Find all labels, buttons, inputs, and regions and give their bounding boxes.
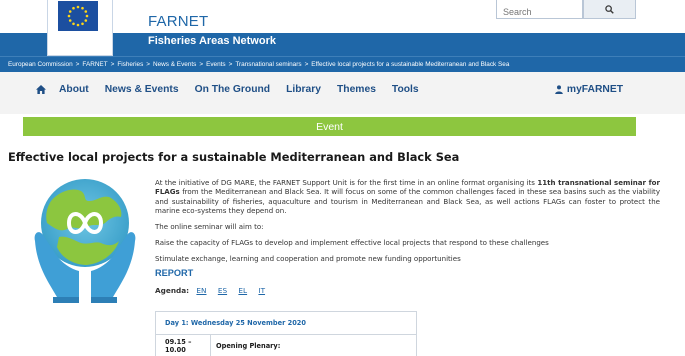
breadcrumb-transnational-seminars[interactable]: Transnational seminars [235,61,301,68]
breadcrumb-news-events[interactable]: News & Events [153,61,196,68]
european-commission-logo[interactable]: European Commission [47,0,113,56]
nav-item-tools[interactable]: Tools [392,84,419,95]
agenda-link-el[interactable]: EL [238,286,247,295]
page-title: Effective local projects for a sustainab… [8,150,460,164]
nav-item-on-the-ground[interactable]: On The Ground [195,84,271,95]
myfarnet-label: myFARNET [566,84,623,95]
search-button[interactable] [583,0,636,19]
main-nav: About News & Events On The Ground Librar… [0,72,685,114]
breadcrumb-separator: > [146,61,151,68]
nav-item-news-events[interactable]: News & Events [105,84,179,95]
agenda-links: Agenda: EN ES EL IT [155,286,660,295]
intro-text-2: from the Mediterranean and Black Sea. It… [155,187,660,216]
breadcrumb-separator: > [75,61,80,68]
nav-item-about[interactable]: About [59,84,89,95]
aim-item-2: Stimulate exchange, learning and coopera… [155,254,461,264]
breadcrumb-separator: > [110,61,115,68]
search-input[interactable] [497,3,582,21]
aim-item-1: Raise the capacity of FLAGs to develop a… [155,238,549,248]
breadcrumb-european-commission[interactable]: European Commission [8,61,73,68]
event-banner: Event [23,117,636,136]
page: European Commission FARNET Fisheries Are… [0,0,685,356]
breadcrumb-events[interactable]: Events [206,61,226,68]
site-subtitle: Fisheries Areas Network [148,35,276,47]
aim-intro: The online seminar will aim to: [155,221,264,231]
breadcrumb-separator: > [199,61,204,68]
session-title: Opening Plenary: [216,342,281,350]
myfarnet-link[interactable]: myFARNET [555,84,623,95]
site-title[interactable]: FARNET [148,13,208,30]
breadcrumb-fisheries[interactable]: Fisheries [117,61,143,68]
breadcrumb: European Commission > FARNET > Fisheries… [0,56,685,72]
intro-text-1: At the initiative of DG MARE, the FARNET… [155,178,538,187]
agenda-colon: : [186,286,190,296]
breadcrumb-separator: > [228,61,233,68]
globe-hands-illustration [29,171,141,303]
nav-item-themes[interactable]: Themes [337,84,376,95]
search-icon [605,4,614,14]
day-header: Day 1: Wednesday 25 November 2020 [156,312,416,335]
agenda-link-es[interactable]: ES [218,286,227,295]
agenda-table: Day 1: Wednesday 25 November 2020 09.15 … [155,311,417,356]
breadcrumb-current: Effective local projects for a sustainab… [311,61,510,68]
site-header: European Commission FARNET Fisheries Are… [0,0,685,56]
session-time: 09.15 – 10.00 [156,335,211,356]
ec-label-line2: Commission [58,40,86,47]
nav-item-library[interactable]: Library [286,84,321,95]
report-link[interactable]: REPORT [155,268,660,278]
agenda-link-en[interactable]: EN [196,286,206,295]
table-row: 09.15 – 10.00 Opening Plenary: [156,335,416,356]
search-field[interactable] [496,0,583,21]
breadcrumb-farnet[interactable]: FARNET [82,61,107,68]
user-icon [555,85,563,94]
ec-logo-label: European Commission [58,35,86,47]
agenda-label: Agenda [155,286,187,296]
home-icon[interactable] [36,85,46,94]
breadcrumb-separator: > [304,61,309,68]
eu-flag-icon [58,1,98,31]
event-description: At the initiative of DG MARE, the FARNET… [155,178,660,304]
agenda-link-it[interactable]: IT [258,286,265,295]
intro-paragraph: At the initiative of DG MARE, the FARNET… [155,178,660,216]
